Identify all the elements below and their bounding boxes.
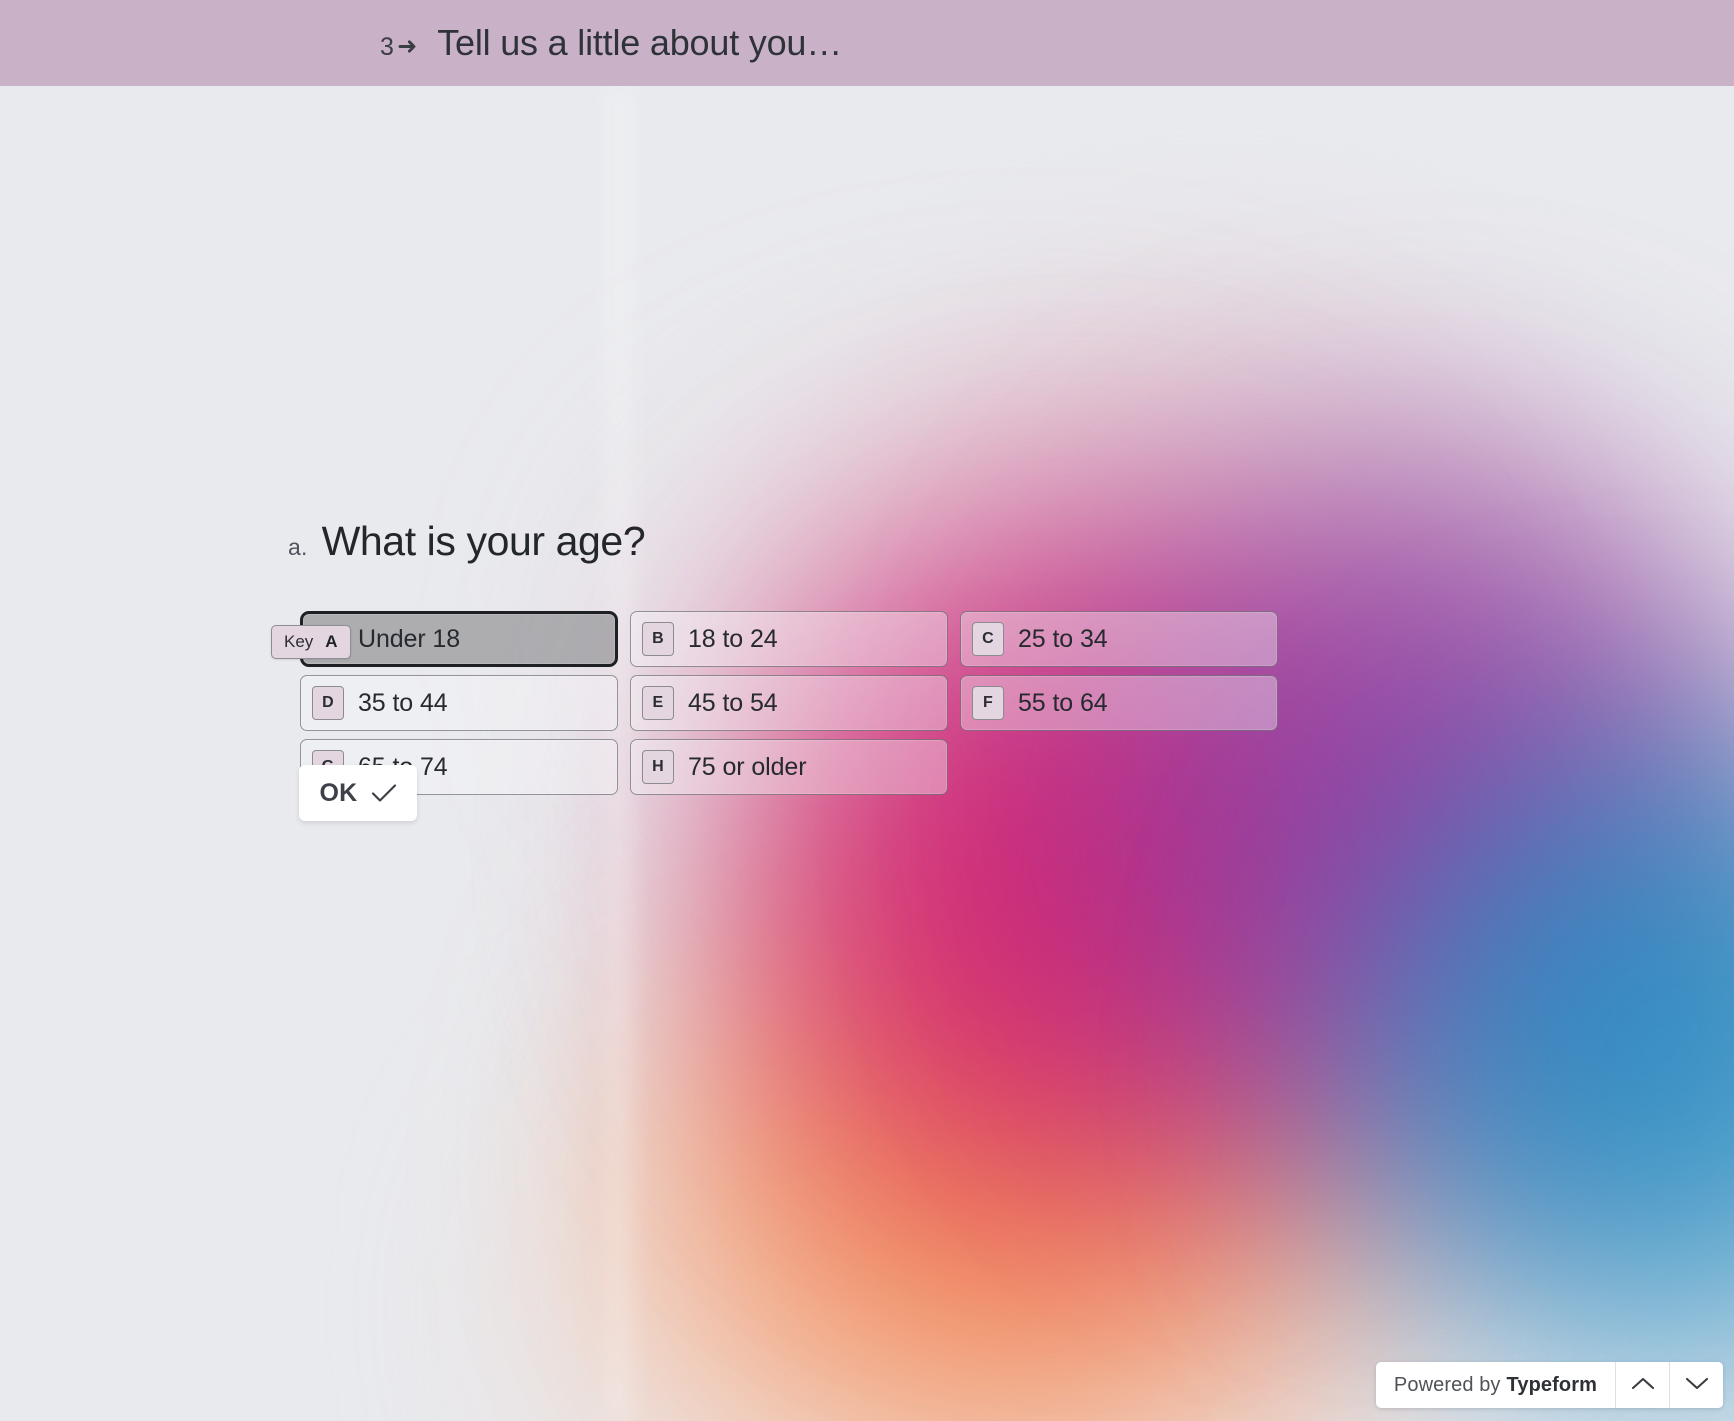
typeform-footer: Powered by Typeform <box>1375 1362 1723 1408</box>
check-icon <box>371 783 397 803</box>
answer-option-e[interactable]: E 45 to 54 <box>630 675 948 731</box>
powered-by-text: Powered by <box>1393 1373 1501 1396</box>
powered-by-typeform-link[interactable]: Powered by Typeform <box>1376 1362 1615 1408</box>
answer-option-key: H <box>642 750 674 784</box>
answer-option-key: D <box>312 686 344 720</box>
answer-option-key: F <box>972 686 1004 720</box>
answer-option-f[interactable]: F 55 to 64 <box>960 675 1278 731</box>
answer-option-b[interactable]: B 18 to 24 <box>630 611 948 667</box>
ok-button[interactable]: OK <box>299 765 417 821</box>
question-index: a. <box>288 534 308 560</box>
key-hint-badge: Key A <box>271 625 351 659</box>
chevron-up-icon <box>1631 1376 1655 1394</box>
answer-option-label: 75 or older <box>688 752 807 781</box>
answer-option-a[interactable]: A Under 18Key A <box>271 611 618 667</box>
answer-option-label: 55 to 64 <box>1018 688 1108 717</box>
answer-option-label: Under 18 <box>358 624 461 653</box>
question-block: a. What is your age? AUnder 18KeyAB18 to… <box>0 86 1734 1421</box>
key-hint-word: Key <box>284 632 314 651</box>
chevron-down-icon <box>1685 1376 1709 1394</box>
answer-option-key: C <box>972 622 1004 656</box>
answer-option-label: 18 to 24 <box>688 624 778 653</box>
answer-options-grid: AUnder 18KeyAB18 to 24C25 to 34D35 to 44… <box>271 611 1414 795</box>
section-header-bar: 3 ➜ Tell us a little about you… <box>0 0 1734 86</box>
key-hint-letter: A <box>325 632 338 651</box>
question-heading: a. What is your age? <box>288 518 646 565</box>
arrow-right-icon: ➜ <box>397 33 418 60</box>
section-number: 3 <box>380 33 395 61</box>
previous-question-button[interactable] <box>1615 1362 1669 1408</box>
answer-option-key: B <box>642 622 674 656</box>
answer-option-label: 45 to 54 <box>688 688 778 717</box>
ok-button-label: OK <box>319 778 358 807</box>
answer-option-d[interactable]: D 35 to 44 <box>300 675 618 731</box>
typeform-brand: Typeform <box>1506 1373 1597 1396</box>
answer-option-label: 35 to 44 <box>358 688 448 717</box>
section-header-content: 3 ➜ Tell us a little about you… <box>380 22 842 64</box>
answer-option-label: 25 to 34 <box>1018 624 1108 653</box>
answer-option-c[interactable]: C 25 to 34 <box>960 611 1278 667</box>
question-title: What is your age? <box>321 518 646 564</box>
answer-option-key: E <box>642 686 674 720</box>
next-question-button[interactable] <box>1669 1362 1723 1408</box>
answer-option-h[interactable]: H 75 or older <box>630 739 948 795</box>
section-title: Tell us a little about you… <box>437 22 843 63</box>
